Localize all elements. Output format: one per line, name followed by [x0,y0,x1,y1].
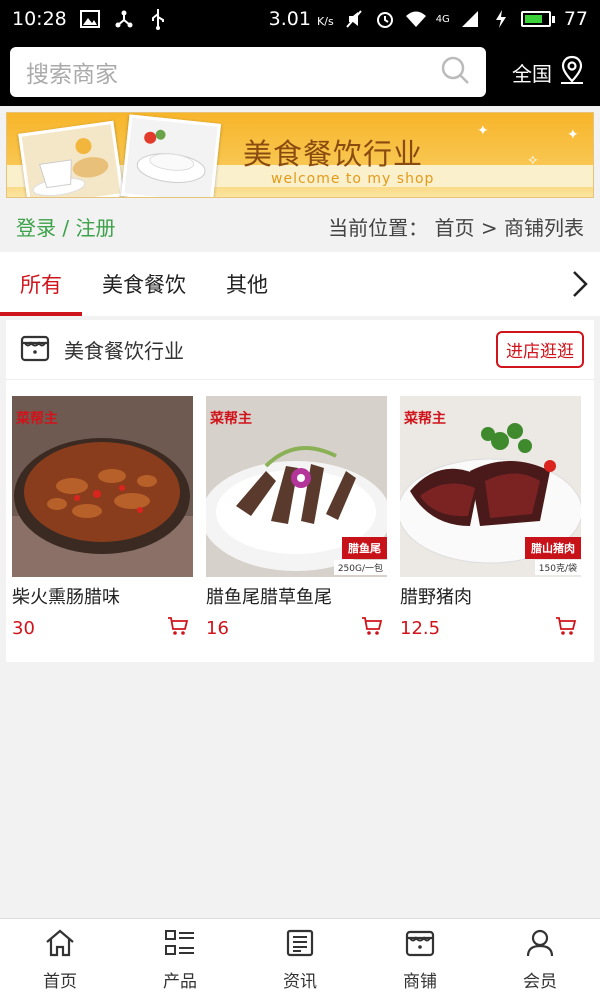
product-name: 腊鱼尾腊草鱼尾 [206,587,332,608]
register-link[interactable]: 注册 [75,216,115,240]
tab-label: 所有 [20,273,62,297]
banner-photo-tableware [120,114,222,197]
battery-level: 77 [563,8,588,30]
share-icon [113,8,135,30]
nav-label: 会员 [523,971,557,992]
product-price: 16 [206,617,229,639]
location-pin-icon [558,55,586,90]
add-to-cart-icon[interactable] [361,615,383,641]
alarm-icon [374,8,396,30]
product-price: 30 [12,617,35,639]
banner-title: 美食餐饮行业 [243,137,424,171]
news-icon [285,928,315,963]
product-image-tag-sub: 250G/一包 [333,560,387,575]
nav-label: 商铺 [403,971,437,992]
category-tabs: 所有 美食餐饮 其他 [0,252,600,316]
store-icon [405,928,435,963]
product-image-brand: 菜帮主 [16,411,58,427]
search-icon[interactable] [440,55,470,89]
breadcrumb-home[interactable]: 首页 [435,216,475,240]
signal-type: 4G [435,13,450,25]
product-image[interactable]: 菜帮主 腊山猪肉 150克/袋 [400,396,581,577]
product-name: 柴火熏肠腊味 [12,587,120,608]
sparkle-icon: ✦ [477,123,489,139]
add-to-cart-icon[interactable] [555,615,577,641]
battery-icon [520,11,555,27]
tab-food-dining[interactable]: 美食餐饮 [82,252,206,316]
login-link[interactable]: 登录 [16,216,56,240]
sparkle-icon: ✧ [527,153,539,169]
shop-banner: ✦ ✧ ✦ 美食餐饮行业 welcome to my shop [6,112,594,198]
home-icon [44,928,76,963]
breadcrumb-prefix: 当前位置： [328,215,429,240]
product-list: 菜帮主 柴火熏肠腊味 30 菜帮主 腊鱼尾 250G/一包 腊鱼尾腊草鱼尾 16… [6,380,594,641]
nav-products[interactable]: 产品 [120,919,240,1000]
wifi-icon [405,8,427,30]
sparkle-icon: ✦ [567,127,579,143]
product-name: 腊野猪肉 [400,587,472,608]
store-icon [20,333,50,367]
status-bar: 10:28 3.01 K/s 4G 77 [0,0,600,38]
product-item[interactable]: 菜帮主 腊鱼尾 250G/一包 腊鱼尾腊草鱼尾 16 [206,396,387,641]
tab-other[interactable]: 其他 [206,252,288,316]
product-item[interactable]: 菜帮主 柴火熏肠腊味 30 [12,396,193,641]
nav-home[interactable]: 首页 [0,919,120,1000]
store-card: 美食餐饮行业 进店逛逛 菜帮主 柴火熏肠腊味 30 菜帮主 腊鱼尾 250G/一… [6,320,594,662]
nav-news[interactable]: 资讯 [240,919,360,1000]
nav-stores[interactable]: 商铺 [360,919,480,1000]
banner-photo-teacups [18,120,124,197]
image-icon [79,8,101,30]
region-selector[interactable]: 全国 [512,55,590,90]
product-item[interactable]: 菜帮主 腊山猪肉 150克/袋 腊野猪肉 12.5 [400,396,581,641]
product-image-brand: 菜帮主 [210,411,252,427]
top-header: 搜索商家 全国 [0,38,600,106]
account-breadcrumb-bar: 登录 / 注册 当前位置： 首页 > 商铺列表 [0,202,600,250]
mute-icon [343,8,365,30]
breadcrumb-separator: > [480,215,498,240]
charging-icon [490,8,512,30]
search-input[interactable]: 搜索商家 [10,47,486,97]
net-speed: 3.01 K/s [268,8,334,30]
tab-label: 其他 [226,273,268,297]
breadcrumb: 当前位置： 首页 > 商铺列表 [328,212,584,241]
tab-label: 美食餐饮 [102,273,186,297]
region-label: 全国 [512,61,552,86]
status-time: 10:28 [12,8,67,30]
tab-all[interactable]: 所有 [0,252,82,316]
user-icon [525,928,555,963]
store-header: 美食餐饮行业 进店逛逛 [6,320,594,380]
product-image-tag-sub: 150克/袋 [534,560,581,575]
nav-label: 资讯 [283,971,317,992]
signal-icon [459,8,481,30]
product-price: 12.5 [400,617,441,639]
store-name: 美食餐饮行业 [64,339,184,363]
product-image[interactable]: 菜帮主 [12,396,193,577]
visit-store-button[interactable]: 进店逛逛 [496,331,584,368]
chevron-right-icon[interactable] [560,252,600,316]
product-image-brand: 菜帮主 [404,411,446,427]
product-image-tag: 腊鱼尾 [342,537,387,559]
nav-label: 首页 [43,971,77,992]
nav-label: 产品 [163,971,197,992]
product-image[interactable]: 菜帮主 腊鱼尾 250G/一包 [206,396,387,577]
list-icon [164,928,196,963]
account-separator: / [62,215,70,240]
account-links: 登录 / 注册 [16,212,115,241]
breadcrumb-current: 商铺列表 [504,215,584,240]
usb-icon [147,8,169,30]
nav-member[interactable]: 会员 [480,919,600,1000]
bottom-navigation: 首页 产品 资讯 商铺 会员 [0,918,600,1000]
add-to-cart-icon[interactable] [167,615,189,641]
search-placeholder: 搜索商家 [26,62,118,88]
product-image-tag: 腊山猪肉 [525,537,581,559]
banner-subtitle: welcome to my shop [271,171,435,187]
